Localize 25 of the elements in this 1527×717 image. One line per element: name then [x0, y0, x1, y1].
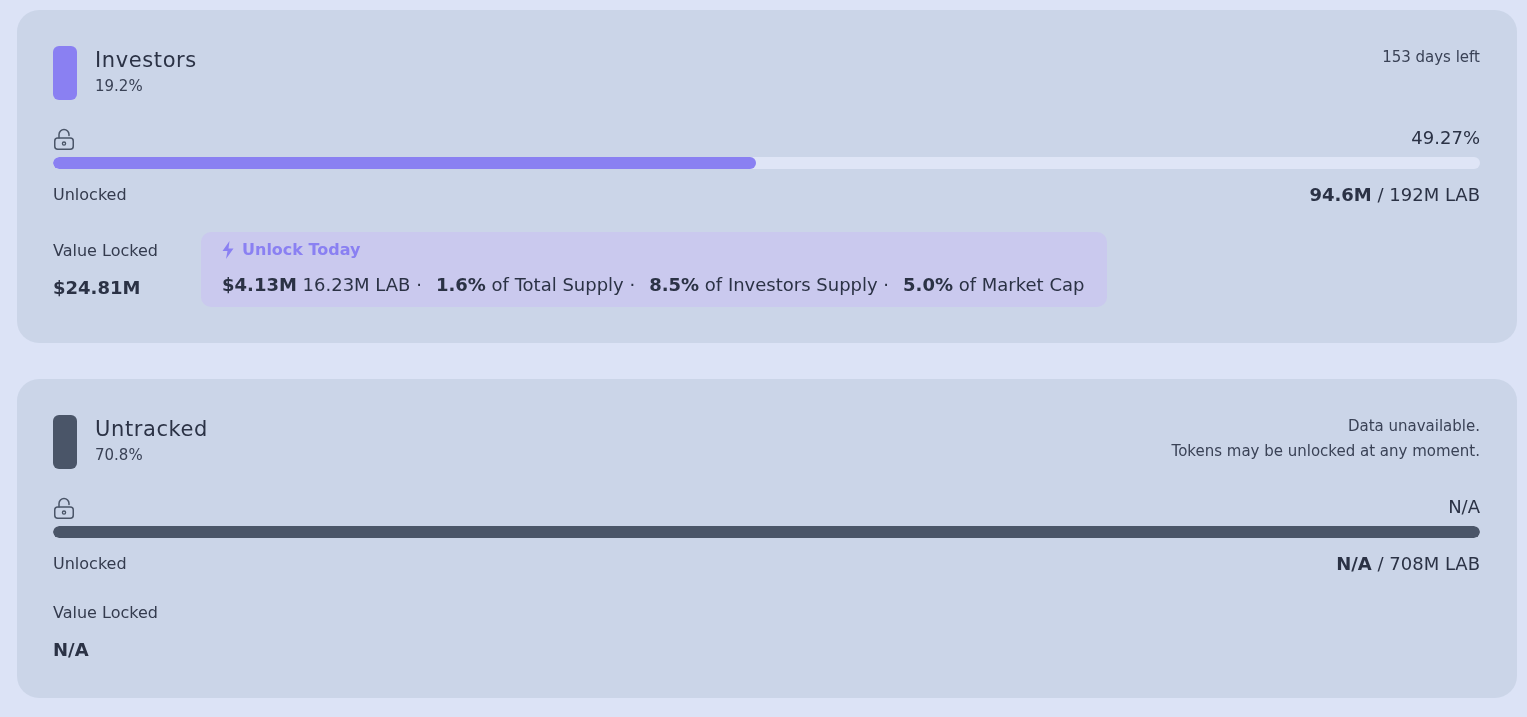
- allocation-title: Untracked: [95, 416, 209, 443]
- unlocked-amount: N/A / 708M LAB: [1336, 552, 1480, 576]
- unlock-stat: 1.6% of Total Supply ·: [435, 273, 636, 297]
- unlocked-label: Unlocked: [53, 184, 127, 206]
- value-locked-amount: $24.81M: [53, 276, 142, 300]
- allocation-share: 19.2%: [95, 76, 144, 97]
- unlock-stat: 5.0% of Market Cap: [903, 273, 1085, 297]
- allocation-share: 70.8%: [95, 445, 144, 466]
- lightning-icon: [222, 241, 234, 259]
- status-note: 153 days left: [1382, 47, 1480, 68]
- allocation-title: Investors: [95, 47, 197, 74]
- value-locked-label: Value Locked: [53, 602, 159, 624]
- padlock-icon: [53, 497, 75, 519]
- padlock-icon: [53, 128, 75, 150]
- progress-reading: N/A: [1448, 495, 1480, 519]
- unlock-stat: 8.5% of Investors Supply ·: [649, 273, 890, 297]
- progress-reading: 49.27%: [1411, 126, 1480, 150]
- status-note: Tokens may be unlocked at any moment.: [1171, 441, 1480, 462]
- status-note: Data unavailable.: [1347, 416, 1480, 437]
- unlock-stat: $4.13M 16.23M LAB ·: [222, 273, 422, 297]
- unlock-today-title: Unlock Today: [242, 240, 361, 260]
- unlocked-amount: 94.6M / 192M LAB: [1309, 183, 1480, 207]
- unlocked-label: Unlocked: [53, 553, 127, 575]
- value-locked-label: Value Locked: [53, 240, 159, 262]
- value-locked-amount: N/A: [53, 638, 90, 662]
